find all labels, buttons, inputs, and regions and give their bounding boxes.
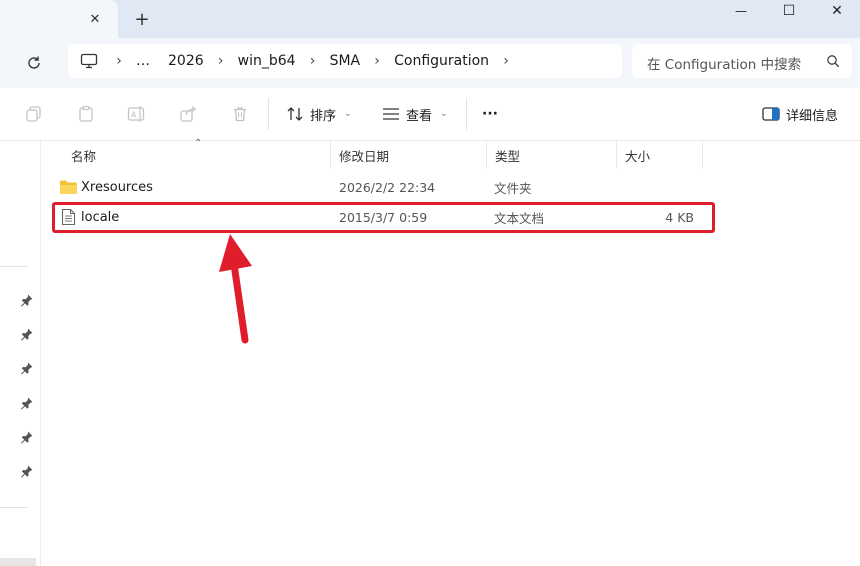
- sort-label: 排序: [310, 108, 337, 124]
- rename-icon: A: [127, 106, 145, 122]
- file-name[interactable]: Xresources: [81, 173, 153, 201]
- tab-close-button[interactable]: ✕: [84, 8, 106, 30]
- new-tab-button[interactable]: +: [130, 8, 154, 30]
- search-box[interactable]: 在 Configuration 中搜索: [632, 44, 852, 78]
- breadcrumb-separator[interactable]: ›: [296, 53, 330, 69]
- breadcrumb-separator[interactable]: ›: [204, 53, 238, 69]
- breadcrumb-configuration[interactable]: Configuration: [394, 53, 489, 69]
- sort-icon: [287, 107, 303, 121]
- computer-icon[interactable]: [80, 53, 98, 69]
- close-icon: ✕: [831, 3, 843, 19]
- address-bar[interactable]: › … 2026 › win_b64 › SMA › Configuration…: [68, 44, 622, 78]
- search-icon[interactable]: [826, 54, 840, 68]
- column-size-label: 大小: [625, 148, 651, 164]
- column-type[interactable]: 类型: [487, 141, 617, 169]
- refresh-icon: [28, 56, 40, 69]
- sort-button[interactable]: 排序 ⌄: [286, 102, 352, 126]
- view-label: 查看: [406, 108, 433, 124]
- breadcrumb: › … 2026 › win_b64 › SMA › Configuration…: [68, 44, 523, 78]
- chevron-down-icon: ⌄: [344, 109, 352, 119]
- breadcrumb-separator[interactable]: ›: [489, 53, 523, 69]
- highlight-box: [52, 202, 715, 233]
- column-modified[interactable]: 修改日期: [331, 141, 487, 169]
- navigation-pane[interactable]: [0, 141, 41, 566]
- chevron-down-icon: ⌄: [440, 109, 448, 119]
- column-type-label: 类型: [495, 148, 521, 164]
- pin-icon[interactable]: [20, 464, 34, 478]
- details-pane-button[interactable]: 详细信息: [762, 102, 838, 126]
- copy-button[interactable]: [24, 104, 44, 124]
- details-pane-icon: [762, 107, 780, 121]
- share-icon: [180, 106, 197, 122]
- breadcrumb-2026[interactable]: 2026: [168, 53, 204, 69]
- view-icon: [383, 108, 399, 120]
- breadcrumb-overflow[interactable]: …: [136, 53, 150, 69]
- pin-icon[interactable]: [20, 396, 34, 410]
- command-bar: A 排序 ⌄ 查看 ⌄ ··· 详细信息: [0, 88, 860, 141]
- file-modified: 2026/2/2 22:34: [339, 179, 436, 195]
- search-input[interactable]: 在 Configuration 中搜索: [647, 53, 807, 73]
- svg-text:A: A: [131, 111, 137, 120]
- breadcrumb-win-b64[interactable]: win_b64: [238, 53, 296, 69]
- pin-icon[interactable]: [20, 430, 34, 444]
- column-header: ⌃ 名称 修改日期 类型 大小: [41, 138, 860, 169]
- nav-divider: [0, 507, 28, 508]
- nav-scrollbar[interactable]: [0, 558, 36, 566]
- delete-button[interactable]: [230, 104, 250, 124]
- breadcrumb-separator[interactable]: ›: [360, 53, 394, 69]
- pin-icon[interactable]: [20, 327, 34, 341]
- refresh-button[interactable]: [22, 51, 46, 75]
- more-options-button[interactable]: ···: [482, 102, 498, 126]
- tab-current[interactable]: ✕: [0, 0, 118, 38]
- file-row-xresources[interactable]: Xresources 2026/2/2 22:34 文件夹: [52, 173, 718, 201]
- title-bar: ✕ + — ☐ ✕: [0, 0, 860, 38]
- file-size: [622, 173, 694, 201]
- plus-icon: +: [134, 8, 150, 30]
- column-size[interactable]: 大小: [617, 141, 703, 169]
- view-button[interactable]: 查看 ⌄: [382, 102, 448, 126]
- annotation-arrow-icon: [219, 234, 252, 344]
- minimize-button[interactable]: —: [716, 0, 766, 22]
- close-window-button[interactable]: ✕: [812, 0, 860, 22]
- close-icon: ✕: [89, 11, 101, 27]
- rename-button[interactable]: A: [127, 104, 147, 124]
- file-type: 文件夹: [494, 180, 532, 196]
- details-label: 详细信息: [786, 108, 839, 124]
- toolbar-divider: [268, 98, 269, 130]
- more-icon: ···: [482, 106, 498, 122]
- column-name-label: 名称: [71, 148, 97, 164]
- breadcrumb-sma[interactable]: SMA: [330, 53, 361, 69]
- column-modified-label: 修改日期: [339, 148, 390, 164]
- navigation-bar: › … 2026 › win_b64 › SMA › Configuration…: [0, 38, 860, 88]
- pin-icon[interactable]: [20, 293, 34, 307]
- paste-button[interactable]: [76, 104, 96, 124]
- pin-icon[interactable]: [20, 361, 34, 375]
- minimize-icon: —: [735, 4, 747, 18]
- maximize-icon: ☐: [782, 3, 796, 19]
- toolbar-divider: [466, 98, 467, 130]
- maximize-button[interactable]: ☐: [764, 0, 814, 22]
- folder-icon: [60, 180, 77, 194]
- column-name[interactable]: 名称: [63, 141, 331, 169]
- paste-icon: [79, 105, 93, 122]
- breadcrumb-separator[interactable]: ›: [102, 53, 136, 69]
- copy-icon: [26, 106, 41, 122]
- trash-icon: [234, 107, 246, 122]
- nav-divider: [0, 266, 28, 267]
- share-button[interactable]: [178, 104, 198, 124]
